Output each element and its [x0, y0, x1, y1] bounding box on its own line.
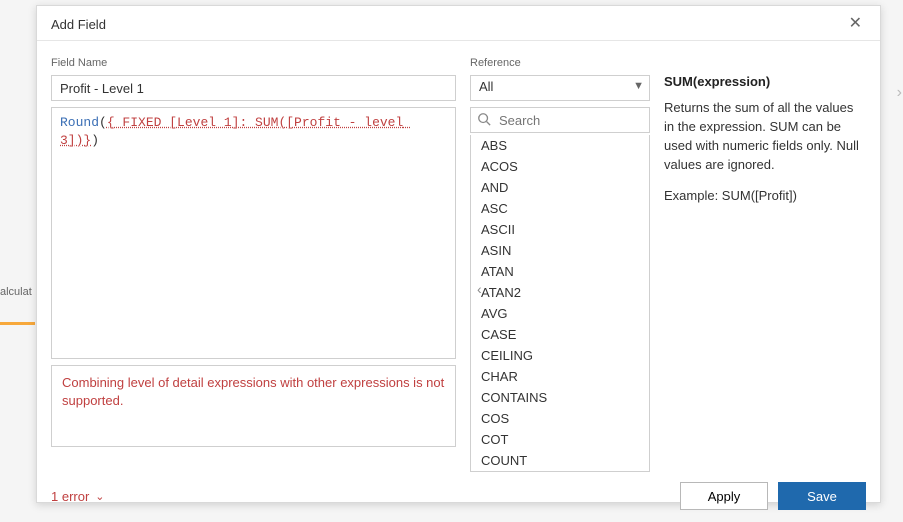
- formula-error-message: Combining level of detail expressions wi…: [51, 365, 456, 447]
- function-list-item[interactable]: COUNT: [471, 450, 649, 471]
- dialog-header: Add Field ✕: [37, 6, 880, 41]
- search-icon: [477, 112, 491, 129]
- function-list-item[interactable]: CASE: [471, 324, 649, 345]
- function-list-item[interactable]: COT: [471, 429, 649, 450]
- function-list-item[interactable]: COS: [471, 408, 649, 429]
- help-description: Returns the sum of all the values in the…: [664, 99, 866, 174]
- function-list-item[interactable]: ASC: [471, 198, 649, 219]
- field-name-input[interactable]: [51, 75, 456, 101]
- function-list-item[interactable]: ACOS: [471, 156, 649, 177]
- help-function-signature: SUM(expression): [664, 74, 866, 89]
- dialog-title: Add Field: [51, 17, 106, 32]
- chevron-down-icon: ⌄: [95, 490, 104, 503]
- function-list-item[interactable]: ATAN: [471, 261, 649, 282]
- footer-buttons: Apply Save: [680, 482, 866, 510]
- reference-select[interactable]: All ▼: [470, 75, 650, 101]
- collapse-panel-icon[interactable]: ‹: [477, 281, 482, 297]
- function-list-item[interactable]: CHAR: [471, 366, 649, 387]
- function-list-item[interactable]: ASCII: [471, 219, 649, 240]
- background-highlight-strip: [0, 322, 35, 325]
- function-list-item[interactable]: ABS: [471, 135, 649, 156]
- error-count-label: 1 error: [51, 489, 89, 504]
- formula-token-paren-open: (: [99, 115, 107, 130]
- reference-label: Reference: [470, 57, 650, 69]
- close-icon[interactable]: ✕: [845, 14, 866, 34]
- function-list-item[interactable]: AVG: [471, 303, 649, 324]
- function-list-item[interactable]: CONTAINS: [471, 387, 649, 408]
- function-list-item[interactable]: ATAN2: [471, 282, 649, 303]
- function-list-item[interactable]: AND: [471, 177, 649, 198]
- formula-editor[interactable]: Round({ FIXED [Level 1]: SUM([Profit - l…: [51, 107, 456, 359]
- help-panel: SUM(expression) Returns the sum of all t…: [664, 57, 866, 472]
- function-list-item[interactable]: ASIN: [471, 240, 649, 261]
- save-button[interactable]: Save: [778, 482, 866, 510]
- formula-token-error: { FIXED [Level 1]: SUM([Profit - level 3…: [60, 115, 411, 148]
- error-count-toggle[interactable]: 1 error ⌄: [51, 489, 105, 504]
- chevron-right-icon: ›: [897, 84, 902, 102]
- function-search-wrap: [470, 107, 650, 133]
- background-truncated-label: alculat: [0, 286, 32, 298]
- dialog-footer: 1 error ⌄ Apply Save: [37, 478, 880, 522]
- field-definition-panel: Field Name Round({ FIXED [Level 1]: SUM(…: [51, 57, 456, 472]
- help-example: Example: SUM([Profit]): [664, 188, 866, 203]
- function-list[interactable]: ABSACOSANDASCASCIIASINATANATAN2AVGCASECE…: [470, 135, 650, 472]
- function-search-input[interactable]: [470, 107, 650, 133]
- reference-select-value: All: [470, 75, 650, 101]
- formula-token-paren-close: ): [91, 133, 99, 148]
- add-field-dialog: › Add Field ✕ ‹ Field Name Round({ FIXED…: [36, 5, 881, 503]
- field-name-label: Field Name: [51, 57, 456, 69]
- apply-button[interactable]: Apply: [680, 482, 768, 510]
- function-list-item[interactable]: CEILING: [471, 345, 649, 366]
- dialog-body: ‹ Field Name Round({ FIXED [Level 1]: SU…: [37, 41, 880, 478]
- formula-token-function: Round: [60, 115, 99, 130]
- reference-panel: Reference All ▼ ABSACOSANDASCASCIIASINAT…: [470, 57, 650, 472]
